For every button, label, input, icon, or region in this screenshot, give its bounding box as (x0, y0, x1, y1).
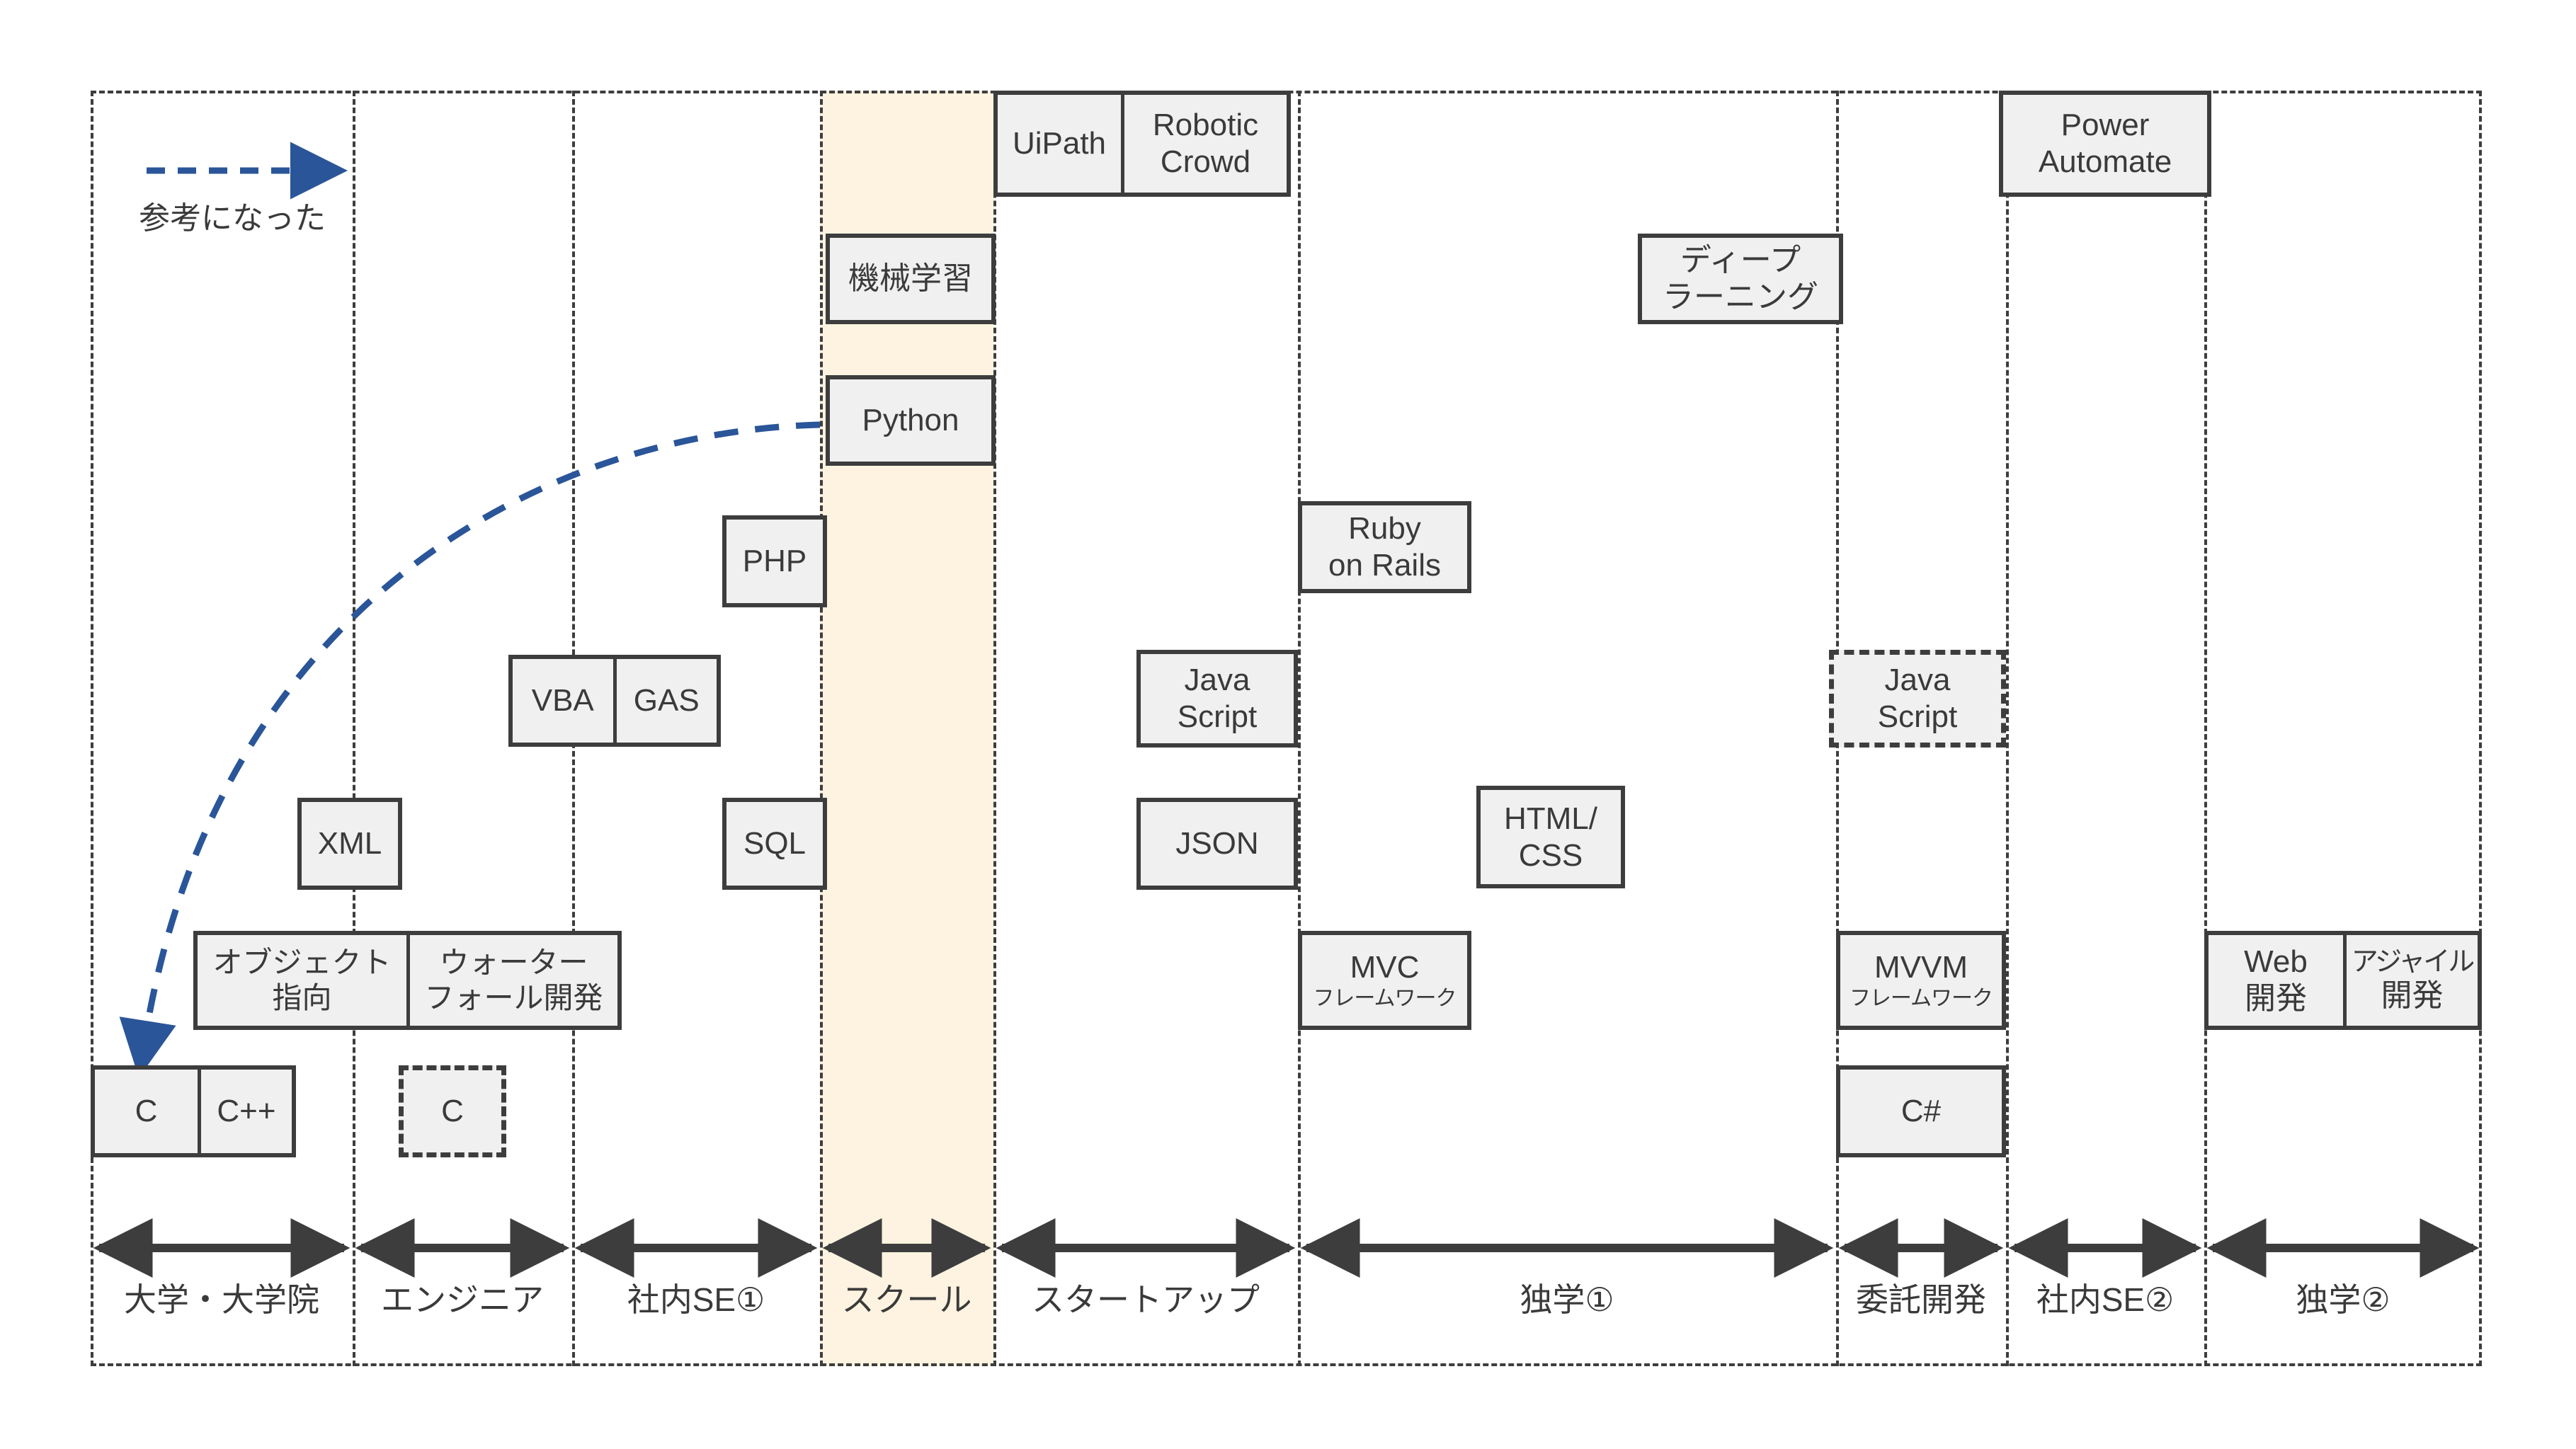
box-deep-learning[interactable]: ディープ ラーニング (1638, 234, 1843, 324)
legend-arrow-icon (147, 142, 348, 200)
cell-robotic-crowd: Robotic Crowd (1121, 95, 1287, 193)
phase-label-startup: スタートアップ (1032, 1281, 1260, 1318)
column-separator (2006, 91, 2009, 1366)
box-html-css[interactable]: HTML/ CSS (1476, 786, 1625, 888)
cell-web-dev: Web 開発 (2244, 944, 2308, 1016)
box-web-agile[interactable]: Web 開発 アジャイル 開発 (2204, 931, 2482, 1030)
cell-uipath: UiPath (1012, 126, 1107, 161)
box-power-automate[interactable]: Power Automate (1999, 91, 2211, 197)
cell-oop: オブジェクト 指向 (212, 946, 392, 1014)
box-xml[interactable]: XML (297, 798, 402, 890)
phase-label-university: 大学・大学院 (124, 1281, 319, 1318)
cell-agile-dev: アジャイル 開発 (2343, 935, 2478, 1026)
box-machine-learning[interactable]: 機械学習 (826, 234, 996, 324)
cell-cpp: C++ (198, 1070, 292, 1153)
diagram-canvas: 参考になった UiPath Robotic Crowd Power Automa… (0, 0, 2576, 1449)
box-javascript-startup[interactable]: Java Script (1136, 650, 1298, 748)
phase-label-school: スクール (841, 1281, 972, 1318)
column-separator (2204, 91, 2207, 1366)
box-c-cpp[interactable]: C C++ (91, 1065, 296, 1157)
box-csharp[interactable]: C# (1836, 1065, 2006, 1157)
phase-label-itaku: 委託開発 (1856, 1281, 1986, 1318)
phase-label-dokugaku-1: 独学① (1520, 1281, 1614, 1318)
box-json[interactable]: JSON (1136, 798, 1298, 890)
box-mvc-framework[interactable]: MVC フレームワーク (1298, 931, 1471, 1030)
phase-label-dokugaku-2: 独学② (2296, 1281, 2390, 1318)
box-php[interactable]: PHP (722, 515, 827, 607)
column-separator (353, 91, 355, 1366)
phase-label-naibu-se-1: 社内SE① (627, 1281, 765, 1318)
cell-vba: VBA (531, 683, 594, 718)
cell-gas: GAS (612, 659, 717, 743)
box-uipath-roboticcrowd[interactable]: UiPath Robotic Crowd (993, 91, 1291, 197)
column-separator (1298, 91, 1301, 1366)
cell-c: C (135, 1094, 158, 1129)
box-ruby-on-rails[interactable]: Ruby on Rails (1298, 501, 1471, 593)
phase-label-engineer: エンジニア (381, 1281, 544, 1318)
box-oop-waterfall[interactable]: オブジェクト 指向 ウォーター フォール開発 (193, 931, 622, 1030)
box-python[interactable]: Python (826, 375, 996, 466)
legend-label: 参考になった (139, 201, 326, 236)
box-mvvm-framework[interactable]: MVVM フレームワーク (1836, 931, 2006, 1030)
column-separator (820, 91, 823, 1366)
box-c-engineer[interactable]: C (399, 1065, 506, 1157)
phase-label-naibu-se-2: 社内SE② (2036, 1281, 2175, 1318)
box-sql[interactable]: SQL (722, 798, 827, 890)
box-javascript-itaku[interactable]: Java Script (1829, 650, 2006, 748)
box-vba-gas[interactable]: VBA GAS (508, 655, 721, 747)
cell-waterfall: ウォーター フォール開発 (406, 935, 617, 1026)
